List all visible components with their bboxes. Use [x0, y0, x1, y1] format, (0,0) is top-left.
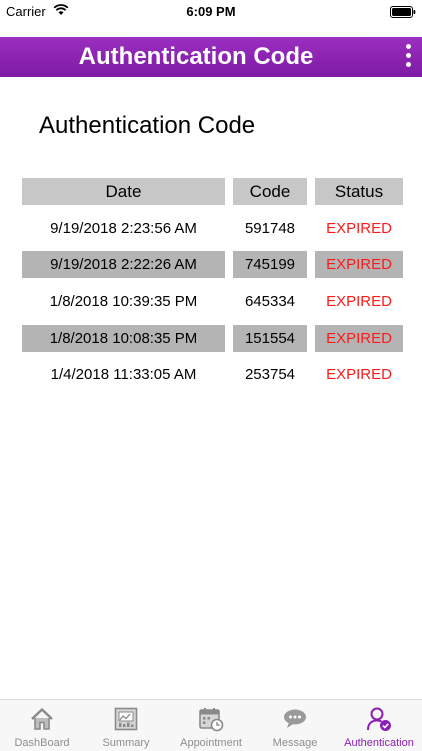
tab-authentication[interactable]: Authentication: [336, 700, 422, 751]
row-status: EXPIRED: [326, 366, 392, 384]
tab-label: DashBoard: [14, 737, 70, 749]
chat-bubble-icon: [282, 706, 308, 732]
tab-bar: DashBoard Summary Appointment Message Au…: [0, 699, 422, 751]
row-status: EXPIRED: [315, 251, 403, 279]
row-status: EXPIRED: [315, 324, 403, 352]
battery-icon: [390, 6, 416, 18]
more-options-icon[interactable]: [406, 44, 412, 70]
table-row: 1/8/2018 10:08:35 PM 151554 EXPIRED: [22, 324, 403, 361]
tab-label: Authentication: [344, 737, 414, 749]
navigation-bar: Authentication Code: [0, 37, 422, 77]
tab-label: Message: [272, 737, 318, 749]
nav-title: Authentication Code: [78, 43, 314, 70]
tab-dashboard[interactable]: DashBoard: [0, 700, 84, 751]
row-code: 151554: [233, 324, 307, 352]
row-code: 645334: [244, 293, 296, 311]
table-row: 9/19/2018 2:23:56 AM 591748 EXPIRED: [22, 214, 403, 251]
tab-summary[interactable]: Summary: [84, 700, 168, 751]
tab-label: Summary: [102, 737, 150, 749]
table-row: 9/19/2018 2:22:26 AM 745199 EXPIRED: [22, 250, 403, 287]
header-status: Status: [315, 178, 403, 205]
chart-report-icon: [113, 706, 139, 732]
row-date: 9/19/2018 2:22:26 AM: [22, 251, 225, 279]
row-code: 253754: [244, 366, 296, 384]
table-header-row: Date Code Status: [22, 177, 403, 214]
auth-code-table: Date Code Status 9/19/2018 2:23:56 AM 59…: [22, 177, 403, 397]
row-date: 1/4/2018 11:33:05 AM: [50, 366, 197, 384]
user-check-icon: [366, 706, 392, 732]
tab-appointment[interactable]: Appointment: [168, 700, 254, 751]
clock-time: 6:09 PM: [186, 4, 236, 19]
table-row: 1/4/2018 11:33:05 AM 253754 EXPIRED: [22, 360, 403, 397]
page-title: Authentication Code: [39, 112, 256, 139]
row-code: 745199: [233, 251, 307, 279]
header-code: Code: [233, 178, 307, 205]
header-date: Date: [22, 178, 225, 205]
row-date: 9/19/2018 2:23:56 AM: [50, 219, 197, 237]
row-status: EXPIRED: [326, 219, 392, 237]
row-date: 1/8/2018 10:08:35 PM: [22, 324, 225, 352]
row-status: EXPIRED: [326, 293, 392, 311]
tab-label: Appointment: [180, 737, 242, 749]
row-date: 1/8/2018 10:39:35 PM: [49, 293, 198, 311]
status-bar: Carrier 6:09 PM: [0, 0, 422, 24]
calendar-clock-icon: [198, 706, 224, 732]
table-row: 1/8/2018 10:39:35 PM 645334 EXPIRED: [22, 287, 403, 324]
house-icon: [29, 706, 55, 732]
row-code: 591748: [244, 219, 296, 237]
tab-message[interactable]: Message: [254, 700, 336, 751]
